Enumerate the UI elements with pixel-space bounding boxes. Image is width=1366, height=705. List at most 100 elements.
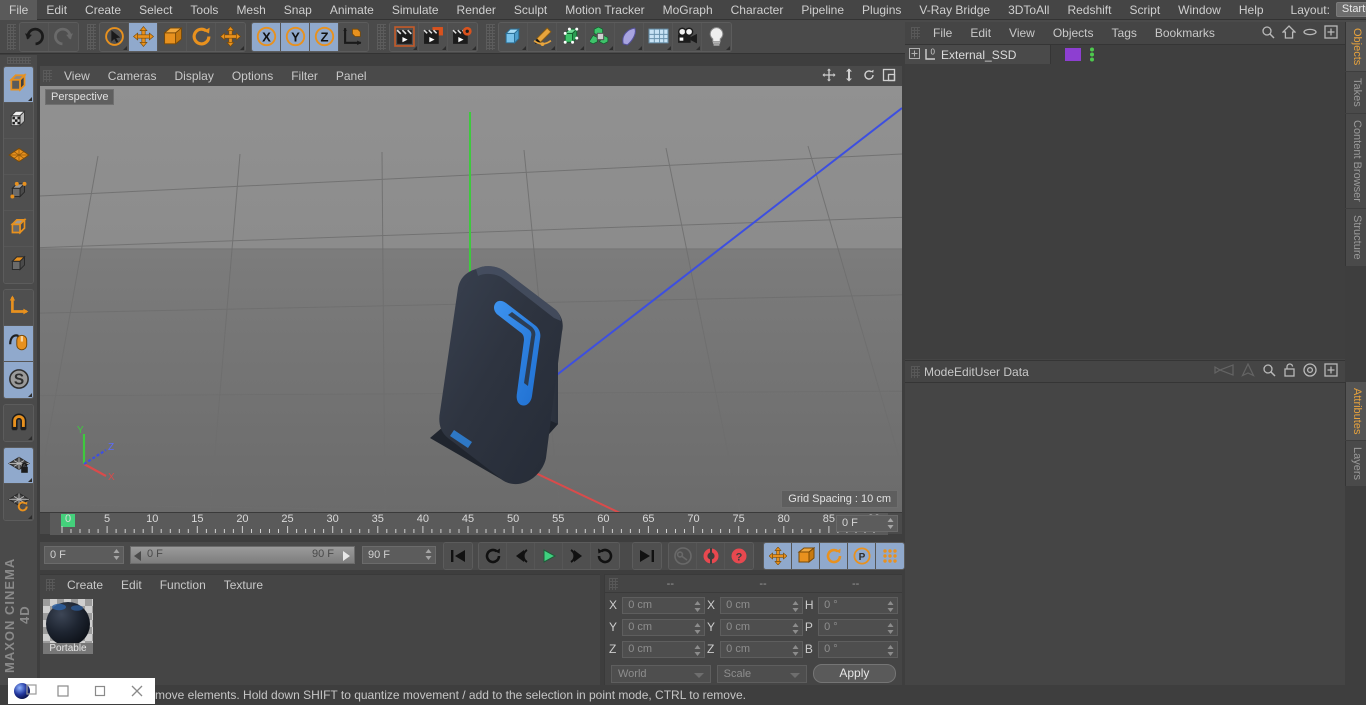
target-icon[interactable] [1303, 363, 1317, 380]
viewport-menu-panel[interactable]: Panel [327, 66, 376, 86]
x-axis-lock[interactable]: X [252, 23, 281, 51]
coordinate-system-select[interactable]: World [611, 665, 711, 683]
left-toolbar-grip[interactable] [7, 57, 31, 64]
key-parameter-button[interactable]: P [848, 543, 876, 569]
lock-workplane-button[interactable] [4, 448, 33, 484]
menu-item-v-ray-bridge[interactable]: V-Ray Bridge [910, 0, 999, 20]
material-tag-icon[interactable] [1065, 48, 1081, 61]
scrub-right-arrow-icon[interactable] [341, 551, 350, 561]
home-icon[interactable] [1282, 25, 1296, 42]
object-menu-tags[interactable]: Tags [1103, 22, 1146, 44]
menu-corner-icon[interactable] [551, 46, 555, 50]
object-menu-bookmarks[interactable]: Bookmarks [1146, 22, 1224, 44]
coord-field-rotation[interactable]: 0 ° [818, 641, 898, 658]
timeline-ruler[interactable]: 051015202530354045505560657075808590 [50, 513, 888, 535]
add-deformer-button[interactable] [615, 23, 644, 51]
viewport-menu-filter[interactable]: Filter [282, 66, 327, 86]
lock-icon[interactable] [1283, 363, 1296, 380]
ellipse-icon[interactable] [1303, 25, 1317, 42]
menu-corner-icon[interactable] [28, 393, 32, 397]
vertical-tab-content-browser[interactable]: Content Browser [1345, 114, 1366, 208]
vertical-tab-attributes[interactable]: Attributes [1345, 382, 1366, 440]
menu-item-file[interactable]: File [0, 0, 37, 20]
toolbar-grip[interactable] [486, 24, 495, 50]
viewport-menu-options[interactable]: Options [223, 66, 282, 86]
menu-corner-icon[interactable] [442, 46, 446, 50]
undo-button[interactable] [20, 23, 49, 51]
toolbar-grip[interactable] [7, 24, 16, 50]
forward-nav-icon[interactable] [1241, 363, 1255, 380]
menu-corner-icon[interactable] [28, 436, 32, 440]
menu-corner-icon[interactable] [726, 46, 730, 50]
next-keyframe-button[interactable] [591, 543, 619, 569]
object-row-external-ssd[interactable]: 0 External_SSD [905, 45, 1050, 64]
render-to-picture-viewer-button[interactable] [419, 23, 448, 51]
object-menu-edit[interactable]: Edit [961, 22, 1000, 44]
object-manager-body[interactable]: 0 External_SSD [905, 44, 1345, 359]
end-frame-field[interactable]: 90 F [362, 546, 436, 564]
add-nurbs-button[interactable] [557, 23, 586, 51]
search-icon[interactable] [1262, 363, 1276, 380]
minimize-button[interactable] [45, 678, 82, 704]
render-view-button[interactable] [390, 23, 419, 51]
menu-corner-icon[interactable] [522, 46, 526, 50]
menu-item-script[interactable]: Script [1120, 0, 1169, 20]
menu-corner-icon[interactable] [696, 46, 700, 50]
menu-item-mesh[interactable]: Mesh [227, 0, 274, 20]
layout-dropdown[interactable]: Startup [1336, 2, 1366, 17]
spinner-icon[interactable] [425, 549, 432, 560]
spinner-icon[interactable] [887, 518, 894, 529]
add-array-button[interactable] [586, 23, 615, 51]
planar-workplane-button[interactable] [4, 484, 33, 520]
live-selection-tool[interactable] [100, 23, 129, 51]
auto-keyframing-button[interactable]: ? [725, 543, 753, 569]
menu-item-pipeline[interactable]: Pipeline [792, 0, 853, 20]
move-tool[interactable] [129, 23, 158, 51]
attribute-menu-mode[interactable]: Mode [924, 365, 954, 379]
snap-magnet-button[interactable] [4, 405, 33, 441]
render-settings-button[interactable] [448, 23, 477, 51]
add-light-button[interactable] [702, 23, 731, 51]
step-back-button[interactable] [507, 543, 535, 569]
backward-nav-icon[interactable] [1214, 363, 1234, 380]
model-mode-button[interactable] [4, 67, 33, 103]
vertical-tab-layers[interactable]: Layers [1345, 441, 1366, 486]
edge-mode-button[interactable] [4, 211, 33, 247]
autokey-button[interactable] [669, 543, 697, 569]
add-scene-object-button[interactable] [644, 23, 673, 51]
menu-item-create[interactable]: Create [76, 0, 130, 20]
key-pla-button[interactable] [876, 543, 904, 569]
add-camera-button[interactable] [673, 23, 702, 51]
object-dots-icon[interactable] [1088, 47, 1096, 65]
vertical-tab-takes[interactable]: Takes [1345, 72, 1366, 113]
axis-modify-button[interactable] [4, 290, 33, 326]
go-to-start-button[interactable] [444, 543, 472, 569]
coord-field-size[interactable]: 0 cm [720, 597, 803, 614]
menu-corner-icon[interactable] [28, 515, 32, 519]
menu-corner-icon[interactable] [28, 478, 32, 482]
y-axis-lock[interactable]: Y [281, 23, 310, 51]
object-menu-file[interactable]: File [924, 22, 961, 44]
dolly-view-icon[interactable] [842, 68, 856, 85]
coord-field-rotation[interactable]: 0 ° [818, 619, 898, 636]
viewport-menu-cameras[interactable]: Cameras [99, 66, 166, 86]
maximize-button[interactable] [82, 678, 119, 704]
object-menu-view[interactable]: View [1000, 22, 1044, 44]
add-spline-button[interactable] [528, 23, 557, 51]
pan-view-icon[interactable] [822, 68, 836, 85]
soft-selection-button[interactable]: S [4, 362, 33, 398]
frame-range-scrubber[interactable]: 0 F 90 F [130, 546, 355, 564]
material-menu-edit[interactable]: Edit [112, 575, 151, 595]
menu-item-snap[interactable]: Snap [275, 0, 321, 20]
coord-field-rotation[interactable]: 0 ° [818, 597, 898, 614]
object-manager-grip[interactable] [911, 27, 920, 39]
material-menu-texture[interactable]: Texture [215, 575, 272, 595]
texture-mode-button[interactable] [4, 103, 33, 139]
key-position-button[interactable] [764, 543, 792, 569]
menu-item-animate[interactable]: Animate [321, 0, 383, 20]
viewport-menu-display[interactable]: Display [165, 66, 222, 86]
close-button[interactable] [118, 678, 155, 704]
menu-item-3dtoall[interactable]: 3DToAll [999, 0, 1058, 20]
scale-tool[interactable] [158, 23, 187, 51]
menu-item-redshift[interactable]: Redshift [1058, 0, 1120, 20]
